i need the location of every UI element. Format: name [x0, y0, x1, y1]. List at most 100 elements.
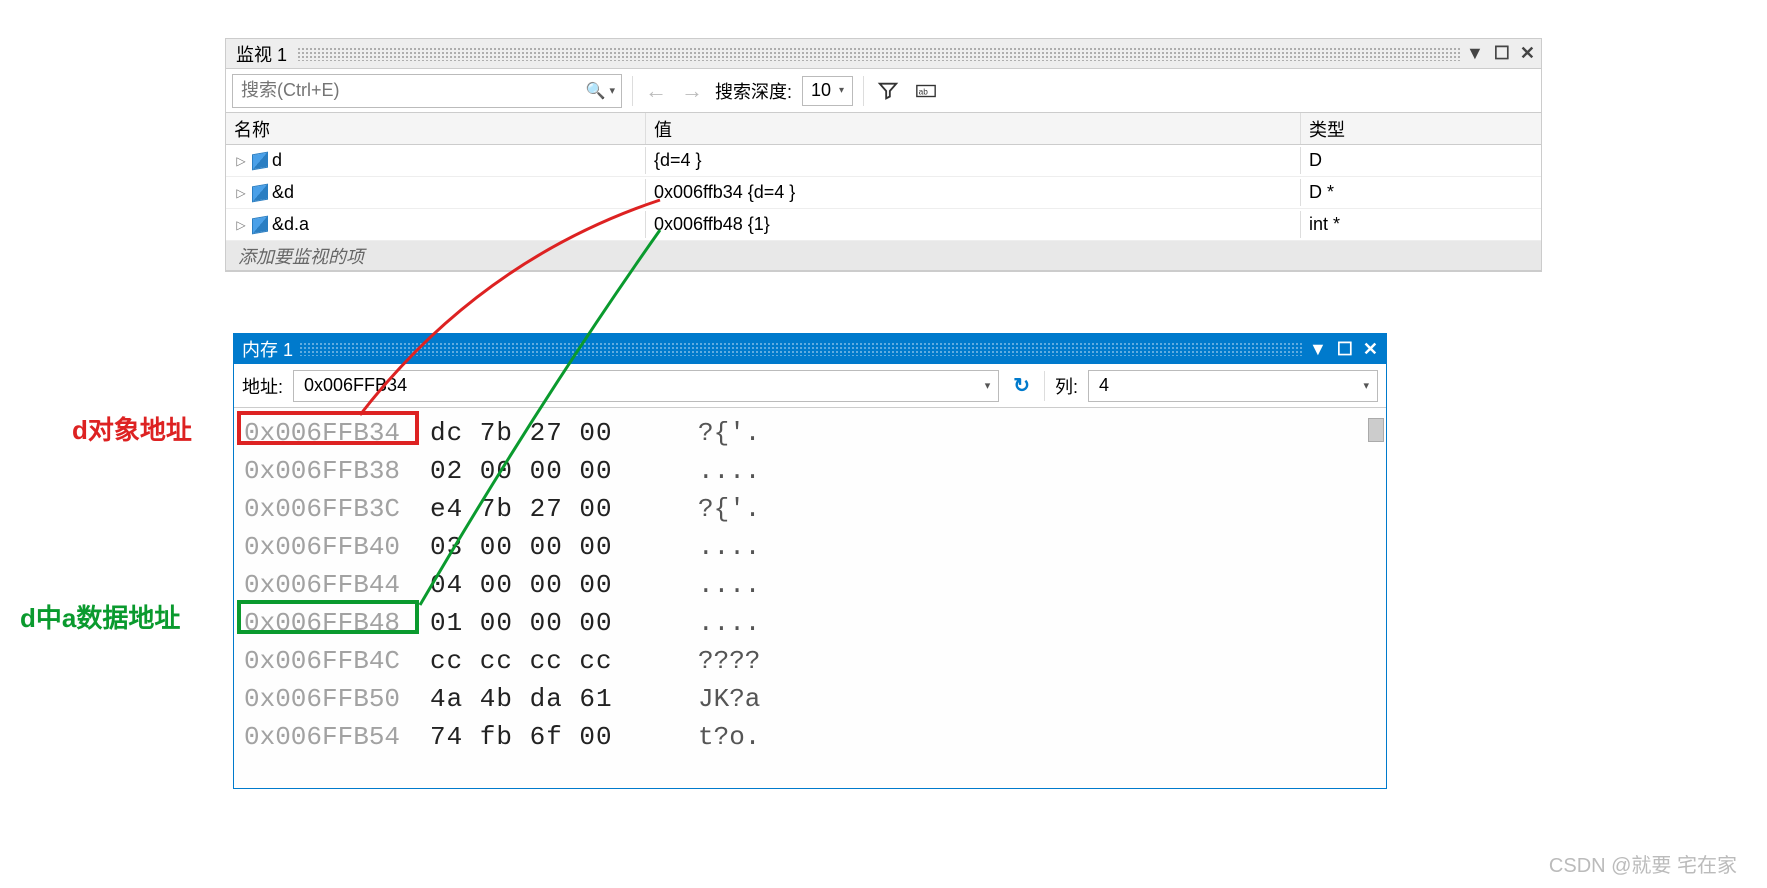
memory-ascii: ?{'. [698, 414, 760, 452]
watch-panel-title: 监视 1 [232, 41, 291, 67]
search-depth-label: 搜索深度: [715, 78, 792, 104]
address-field[interactable] [302, 374, 985, 397]
add-watch-label: 添加要监视的项 [238, 243, 364, 269]
search-field[interactable] [239, 79, 586, 102]
watch-name: &d [272, 182, 294, 203]
memory-ascii: JK?a [698, 680, 760, 718]
memory-ascii: .... [698, 566, 760, 604]
memory-row: 0x006FFB4003 00 00 00.... [244, 528, 1376, 566]
watch-columns-header: 名称 值 类型 [226, 113, 1541, 145]
expander-icon[interactable]: ▷ [234, 218, 248, 232]
watch-type: D * [1301, 179, 1541, 206]
abc-icon[interactable]: ab [912, 77, 940, 105]
memory-addr: 0x006FFB4C [244, 642, 422, 680]
memory-addr: 0x006FFB54 [244, 718, 422, 756]
watch-rows: ▷ d {d=4 } D ▷ &d 0x006ffb34 {d=4 } D * … [226, 145, 1541, 271]
memory-body[interactable]: 0x006FFB34dc 7b 27 00?{'. 0x006FFB3802 0… [234, 408, 1386, 788]
filter-icon[interactable] [874, 77, 902, 105]
add-watch-item[interactable]: 添加要监视的项 [226, 241, 1541, 271]
refresh-icon[interactable]: ↻ [1009, 373, 1034, 398]
address-input[interactable]: ▾ [293, 370, 999, 402]
search-icon[interactable]: 🔍 [586, 81, 606, 101]
memory-bytes: cc cc cc cc [430, 642, 690, 680]
search-dropdown-icon[interactable]: ▾ [609, 84, 615, 97]
watch-row[interactable]: ▷ &d.a 0x006ffb48 {1} int * [226, 209, 1541, 241]
highlight-a-address [237, 600, 419, 634]
chevron-down-icon[interactable]: ▾ [1363, 379, 1369, 392]
chevron-down-icon[interactable]: ▾ [985, 379, 991, 392]
nav-back-icon[interactable]: ← [643, 78, 669, 104]
memory-ascii: t?o. [698, 718, 760, 756]
watch-toolbar: 🔍 ▾ ← → 搜索深度: 10 ▾ ab [226, 69, 1541, 113]
memory-row: 0x006FFB5474 fb 6f 00t?o. [244, 718, 1376, 756]
memory-addr: 0x006FFB50 [244, 680, 422, 718]
watch-row[interactable]: ▷ &d 0x006ffb34 {d=4 } D * [226, 177, 1541, 209]
scrollbar-thumb[interactable] [1368, 418, 1384, 442]
memory-row: 0x006FFB504a 4b da 61JK?a [244, 680, 1376, 718]
memory-bytes: 74 fb 6f 00 [430, 718, 690, 756]
memory-ascii: ???? [698, 642, 760, 680]
memory-row: 0x006FFB4Ccc cc cc cc???? [244, 642, 1376, 680]
columns-input[interactable]: ▾ [1088, 370, 1378, 402]
annotation-d-address: d对象地址 [72, 410, 192, 447]
expander-icon[interactable]: ▷ [234, 154, 248, 168]
object-icon [252, 151, 268, 170]
watch-value: {d=4 } [646, 147, 1301, 174]
object-icon [252, 183, 268, 202]
column-type-header[interactable]: 类型 [1301, 113, 1541, 144]
nav-forward-icon[interactable]: → [679, 78, 705, 104]
memory-bytes: 03 00 00 00 [430, 528, 690, 566]
columns-label: 列: [1055, 373, 1078, 399]
memory-addr: 0x006FFB38 [244, 452, 422, 490]
highlight-d-address [237, 411, 419, 445]
memory-ascii: ?{'. [698, 490, 760, 528]
memory-addr: 0x006FFB40 [244, 528, 422, 566]
address-label: 地址: [242, 373, 283, 399]
memory-bytes: 02 00 00 00 [430, 452, 690, 490]
search-depth-value: 10 [811, 80, 831, 101]
watch-type: int * [1301, 211, 1541, 238]
memory-bytes: 04 00 00 00 [430, 566, 690, 604]
columns-field[interactable] [1097, 374, 1147, 397]
maximize-icon[interactable]: ☐ [1494, 43, 1510, 64]
search-input[interactable]: 🔍 ▾ [232, 74, 622, 108]
chevron-down-icon[interactable]: ▼ [1466, 43, 1484, 64]
memory-bytes: 4a 4b da 61 [430, 680, 690, 718]
memory-bytes: dc 7b 27 00 [430, 414, 690, 452]
titlebar-grip[interactable] [299, 342, 1303, 356]
chevron-down-icon[interactable]: ▼ [1309, 339, 1327, 360]
expander-icon[interactable]: ▷ [234, 186, 248, 200]
svg-text:ab: ab [919, 87, 929, 96]
watch-value: 0x006ffb34 {d=4 } [646, 179, 1301, 206]
watch-name: d [272, 150, 282, 171]
search-depth-select[interactable]: 10 ▾ [802, 76, 853, 106]
memory-bytes: 01 00 00 00 [430, 604, 690, 642]
memory-ascii: .... [698, 604, 760, 642]
column-value-header[interactable]: 值 [646, 113, 1301, 144]
chevron-down-icon: ▾ [839, 85, 844, 96]
column-name-header[interactable]: 名称 [226, 113, 646, 144]
memory-bytes: e4 7b 27 00 [430, 490, 690, 528]
watch-name: &d.a [272, 214, 309, 235]
watermark: CSDN @就要 宅在家 [1549, 849, 1737, 878]
titlebar-grip[interactable] [297, 47, 1460, 61]
memory-addr: 0x006FFB44 [244, 566, 422, 604]
memory-ascii: .... [698, 528, 760, 566]
watch-titlebar: 监视 1 ▼ ☐ ✕ [226, 39, 1541, 69]
watch-type: D [1301, 147, 1541, 174]
memory-row: 0x006FFB4404 00 00 00.... [244, 566, 1376, 604]
object-icon [252, 215, 268, 234]
memory-row: 0x006FFB3Ce4 7b 27 00?{'. [244, 490, 1376, 528]
annotation-a-address: d中a数据地址 [20, 598, 180, 635]
memory-titlebar: 内存 1 ▼ ☐ ✕ [234, 334, 1386, 364]
memory-toolbar: 地址: ▾ ↻ 列: ▾ [234, 364, 1386, 408]
memory-panel-title: 内存 1 [242, 336, 293, 362]
maximize-icon[interactable]: ☐ [1337, 339, 1353, 360]
memory-panel: 内存 1 ▼ ☐ ✕ 地址: ▾ ↻ 列: ▾ 0x006FFB34dc 7b … [233, 333, 1387, 789]
close-icon[interactable]: ✕ [1363, 339, 1378, 360]
watch-panel: 监视 1 ▼ ☐ ✕ 🔍 ▾ ← → 搜索深度: 10 ▾ [225, 38, 1542, 272]
memory-addr: 0x006FFB3C [244, 490, 422, 528]
memory-row: 0x006FFB3802 00 00 00.... [244, 452, 1376, 490]
watch-row[interactable]: ▷ d {d=4 } D [226, 145, 1541, 177]
close-icon[interactable]: ✕ [1520, 43, 1535, 64]
